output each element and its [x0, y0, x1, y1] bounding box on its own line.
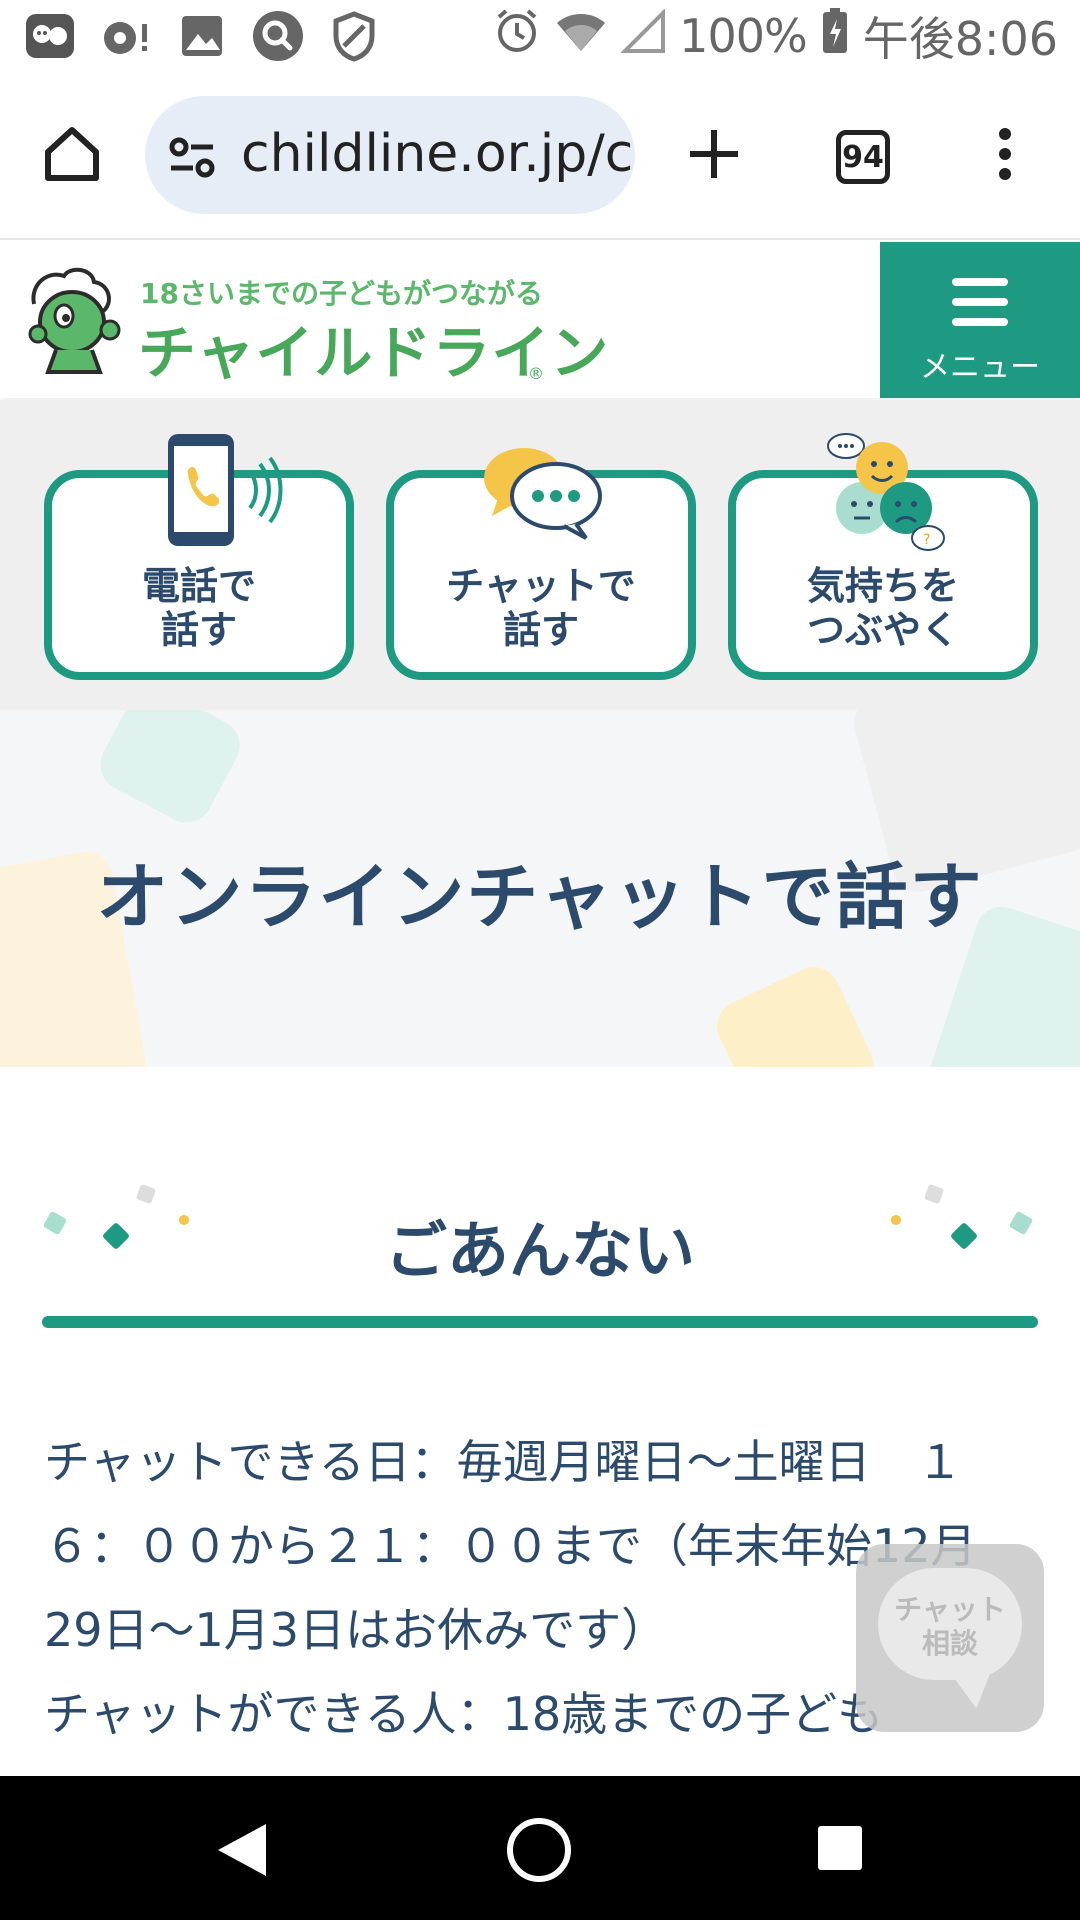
home-button[interactable] — [40, 122, 104, 186]
more-options-icon[interactable] — [990, 122, 1020, 186]
alarm-icon — [493, 7, 541, 66]
site-header: 18さいまでの子どもがつながる チャイルドライン ® メニュー — [0, 242, 1080, 398]
chat-app-icon — [22, 8, 78, 64]
nav-card-phone-line1: 電話で — [141, 564, 256, 608]
home-icon — [45, 127, 99, 181]
info-line: チャットできる日：毎週月曜日〜土曜日 １ — [44, 1435, 963, 1489]
shield-icon — [326, 8, 382, 64]
svg-text:?: ? — [923, 532, 930, 548]
signal-icon — [620, 7, 666, 64]
section-title: ごあんない — [384, 1214, 695, 1287]
nav-card-feelings[interactable]: ? 気持ちを つぶやく — [728, 433, 1038, 680]
phone-call-icon — [168, 434, 283, 546]
page-title: オンラインチャットで話す — [96, 855, 984, 939]
notification-badge-icon — [98, 8, 154, 64]
chat-consult-button[interactable]: チャット 相談 — [856, 1544, 1044, 1732]
hero-banner: オンラインチャットで話す — [0, 710, 1080, 1067]
nav-card-chat-line2: 話す — [502, 608, 579, 652]
quick-nav: 電話で 話す チャットで 話す ? 気持ちを つぶやく — [0, 400, 1080, 710]
section-heading: ごあんない — [0, 1170, 1080, 1330]
faces-icon: ? — [827, 433, 945, 551]
nav-card-feelings-line2: つぶやく — [806, 608, 959, 652]
hamburger-icon — [952, 278, 1008, 326]
search-app-icon — [250, 8, 306, 64]
recents-icon[interactable] — [818, 1826, 862, 1870]
chat-fab-line2: 相談 — [921, 1627, 978, 1660]
hero-decoration — [708, 958, 882, 1067]
wifi-icon — [555, 9, 607, 64]
url-text: childline.or.jp/c — [241, 124, 634, 184]
system-nav-bar — [0, 1776, 1080, 1920]
chat-bubbles-icon — [484, 448, 602, 540]
menu-button[interactable]: メニュー — [880, 242, 1080, 398]
site-settings-icon[interactable] — [167, 132, 217, 182]
nav-card-phone[interactable]: 電話で 話す — [44, 434, 354, 680]
back-icon[interactable] — [212, 1820, 270, 1880]
nav-card-chat-line1: チャットで — [446, 564, 636, 608]
section-divider — [42, 1316, 1038, 1328]
nav-card-phone-line2: 話す — [160, 608, 237, 652]
photo-icon — [174, 8, 230, 64]
chat-fab-line1: チャット — [894, 1593, 1006, 1626]
nav-card-chat[interactable]: チャットで 話す — [386, 448, 696, 680]
site-logo[interactable]: 18さいまでの子どもがつながる チャイルドライン ® — [26, 264, 608, 387]
status-bar: 100% 午後8:06 — [0, 0, 1080, 72]
hero-decoration — [91, 710, 249, 832]
home-nav-icon[interactable] — [505, 1816, 573, 1884]
menu-label: メニュー — [920, 350, 1040, 385]
new-tab-button[interactable] — [682, 122, 746, 186]
mascot-icon — [28, 267, 121, 374]
browser-toolbar: childline.or.jp/c 94 — [0, 72, 1080, 240]
battery-percent: 100% — [679, 9, 808, 63]
tab-switcher-button[interactable]: 94 — [836, 130, 890, 184]
clock: 午後8:06 — [862, 12, 1058, 66]
address-bar[interactable]: childline.or.jp/c — [145, 96, 635, 214]
battery-icon — [821, 7, 849, 66]
registered-mark: ® — [528, 364, 544, 383]
plus-icon — [690, 130, 738, 178]
nav-card-feelings-line1: 気持ちを — [806, 564, 959, 608]
